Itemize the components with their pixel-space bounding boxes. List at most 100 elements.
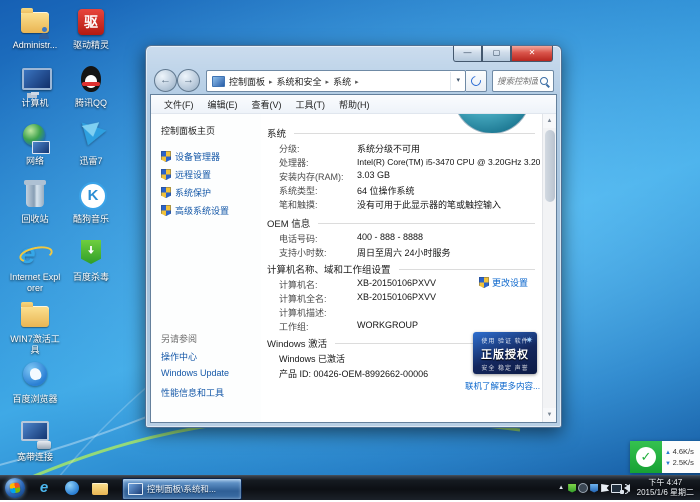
desktop-icon-broadband[interactable]: 宽带连接 xyxy=(8,418,62,463)
desktop-icon-qq[interactable]: 腾讯QQ xyxy=(64,64,118,109)
rating-unavailable-link[interactable]: 系统分级不可用 xyxy=(357,142,420,155)
computer-fullname-value: XB-20150106PXVV xyxy=(357,292,436,302)
section-oem: OEM 信息 xyxy=(267,216,535,230)
address-dropdown-arrow[interactable]: ▾ xyxy=(450,72,465,90)
tray-action-flag-icon[interactable] xyxy=(600,476,611,500)
forward-button[interactable]: → xyxy=(177,69,200,92)
menu-edit[interactable]: 编辑(E) xyxy=(201,98,245,111)
tray-security-shield-icon[interactable] xyxy=(589,476,600,500)
icon-label: Administr... xyxy=(8,40,62,51)
menu-tools[interactable]: 工具(T) xyxy=(289,98,333,111)
tray-volume-icon[interactable] xyxy=(622,476,633,500)
system-type-value: 64 位操作系统 xyxy=(357,184,415,197)
icon-label: 宽带连接 xyxy=(8,452,62,463)
menu-help[interactable]: 帮助(H) xyxy=(332,98,377,111)
folder-user-icon xyxy=(18,6,52,38)
taskbar-clock[interactable]: 下午 4:47 2015/1/6 星期二 xyxy=(633,478,700,498)
section-title: Windows 激活 xyxy=(267,336,327,350)
sidebar-remote-settings[interactable]: 远程设置 xyxy=(161,168,211,181)
breadcrumb-system-security[interactable]: 系统和安全 xyxy=(277,75,334,88)
vertical-scrollbar[interactable]: ▲ ▼ xyxy=(542,114,556,422)
desktop-icon-computer[interactable]: 计算机 xyxy=(8,64,62,109)
icon-label: 酷狗音乐 xyxy=(64,214,118,225)
computer-icon xyxy=(18,64,52,96)
taskbar-ie-icon[interactable]: e xyxy=(32,478,56,498)
refresh-icon xyxy=(469,74,483,88)
genuine-windows-badge[interactable]: ✷ 使用 验证 软件 正版授权 安全 稳定 声誉 xyxy=(473,332,537,374)
checkmark-icon: ✓ xyxy=(636,447,656,467)
back-button[interactable]: ← xyxy=(154,69,177,92)
sidebar-item-label: 系统保护 xyxy=(175,186,211,199)
desktop-icon-baidu-browser[interactable]: 百度浏览器 xyxy=(8,360,62,405)
navigation-bar: ← → 控制面板 系统和安全 系统 ▾ xyxy=(146,66,561,94)
desktop-icon-win7-activator[interactable]: WIN7激活工具 xyxy=(8,300,62,356)
sidebar-action-center[interactable]: 操作中心 xyxy=(161,350,197,363)
main-panel: 系统 分级: 系统分级不可用 处理器: Intel(R) Core(TM) i5… xyxy=(261,114,543,422)
computer-name-value: XB-20150106PXVV xyxy=(357,278,436,288)
sidebar-system-protection[interactable]: 系统保护 xyxy=(161,186,211,199)
window-icon xyxy=(128,483,143,495)
address-bar[interactable]: 控制面板 系统和安全 系统 ▾ xyxy=(206,70,466,92)
desktop-icon-xunlei[interactable]: 迅雷7 xyxy=(64,122,118,167)
change-settings-link[interactable]: 更改设置 xyxy=(479,276,528,289)
breadcrumb-control-panel[interactable]: 控制面板 xyxy=(229,75,277,88)
scrollbar-thumb[interactable] xyxy=(545,130,555,202)
security-speed-widget[interactable]: ✓ ▲ 4.6K/s ▼ 2.5K/s xyxy=(630,441,700,473)
show-hidden-icons-button[interactable]: ▲ xyxy=(556,476,567,500)
refresh-button[interactable] xyxy=(466,70,487,92)
minimize-button[interactable]: — xyxy=(453,46,482,62)
taskbar-explorer-icon[interactable] xyxy=(88,478,112,502)
row-processor: 处理器: Intel(R) Core(TM) i5-3470 CPU @ 3.2… xyxy=(279,156,537,169)
taskbar-baidu-browser-icon[interactable] xyxy=(60,478,84,501)
scroll-down-arrow[interactable]: ▼ xyxy=(543,408,556,422)
network-speed-panel: ▲ 4.6K/s ▼ 2.5K/s xyxy=(662,441,700,473)
clock-time: 下午 4:47 xyxy=(637,478,694,488)
icon-label: 百度杀毒 xyxy=(64,272,118,283)
sidebar-windows-update[interactable]: Windows Update xyxy=(161,368,229,378)
close-button[interactable]: ✕ xyxy=(511,46,553,62)
scroll-up-arrow[interactable]: ▲ xyxy=(543,114,556,128)
tray-antivirus-icon[interactable] xyxy=(567,476,578,500)
desktop-icon-network[interactable]: 网络 xyxy=(8,122,62,167)
sidebar-device-manager[interactable]: 设备管理器 xyxy=(161,150,220,163)
kugou-icon: K xyxy=(74,180,108,212)
learn-more-online-link[interactable]: 联机了解更多内容... xyxy=(465,380,540,392)
section-system: 系统 xyxy=(267,126,535,140)
sidebar-item-label: 远程设置 xyxy=(175,168,211,181)
taskbar-task-control-panel[interactable]: 控制面板\系统和... xyxy=(122,478,242,500)
support-hours-value: 周日至周六 24小时服务 xyxy=(357,246,451,259)
search-box[interactable] xyxy=(492,70,554,92)
menu-view[interactable]: 查看(V) xyxy=(245,98,289,111)
search-input[interactable] xyxy=(493,76,538,86)
tray-status-dot-icon[interactable] xyxy=(578,476,589,500)
start-button[interactable] xyxy=(5,478,25,498)
sidebar-advanced-system-settings[interactable]: 高级系统设置 xyxy=(161,204,229,217)
recycle-bin-icon xyxy=(18,180,52,212)
ram-value: 3.03 GB xyxy=(357,170,390,180)
sidebar-control-panel-home[interactable]: 控制面板主页 xyxy=(161,124,215,137)
uac-shield-icon xyxy=(161,169,171,180)
desktop-icon-kugou[interactable]: K 酷狗音乐 xyxy=(64,180,118,225)
system-tray: ▲ 下午 4:47 2015/1/6 星期二 xyxy=(556,476,700,500)
safety-check-panel[interactable]: ✓ xyxy=(630,441,662,473)
desktop-icon-administrator[interactable]: Administr... xyxy=(8,6,62,51)
section-computer-name: 计算机名称、域和工作组设置 xyxy=(267,262,535,276)
desktop-icon-baidu-antivirus[interactable]: 百度杀毒 xyxy=(64,238,118,283)
menu-file[interactable]: 文件(F) xyxy=(157,98,201,111)
ie-icon: e xyxy=(18,238,52,270)
desktop-icon-recycle-bin[interactable]: 回收站 xyxy=(8,180,62,225)
control-panel-icon xyxy=(212,76,225,87)
maximize-button[interactable]: ▢ xyxy=(482,46,511,62)
uac-shield-icon xyxy=(161,205,171,216)
desktop-icon-internet-explorer[interactable]: e Internet Explorer xyxy=(8,238,62,294)
desktop-icon-driver-genius[interactable]: 驱 驱动精灵 xyxy=(64,6,118,51)
window-body: 控制面板主页 设备管理器 远程设置 系统保护 xyxy=(151,114,556,422)
icon-label: 计算机 xyxy=(8,98,62,109)
qq-penguin-icon xyxy=(74,64,108,96)
sidebar-performance-tools[interactable]: 性能信息和工具 xyxy=(161,386,224,399)
download-speed: ▼ 2.5K/s xyxy=(665,458,700,467)
see-also-header: 另请参阅 xyxy=(161,332,197,345)
tray-network-icon[interactable] xyxy=(611,476,622,500)
breadcrumb-system[interactable]: 系统 xyxy=(333,75,363,88)
row-pen-touch: 笔和触摸: 没有可用于此显示器的笔或触控输入 xyxy=(279,198,537,211)
